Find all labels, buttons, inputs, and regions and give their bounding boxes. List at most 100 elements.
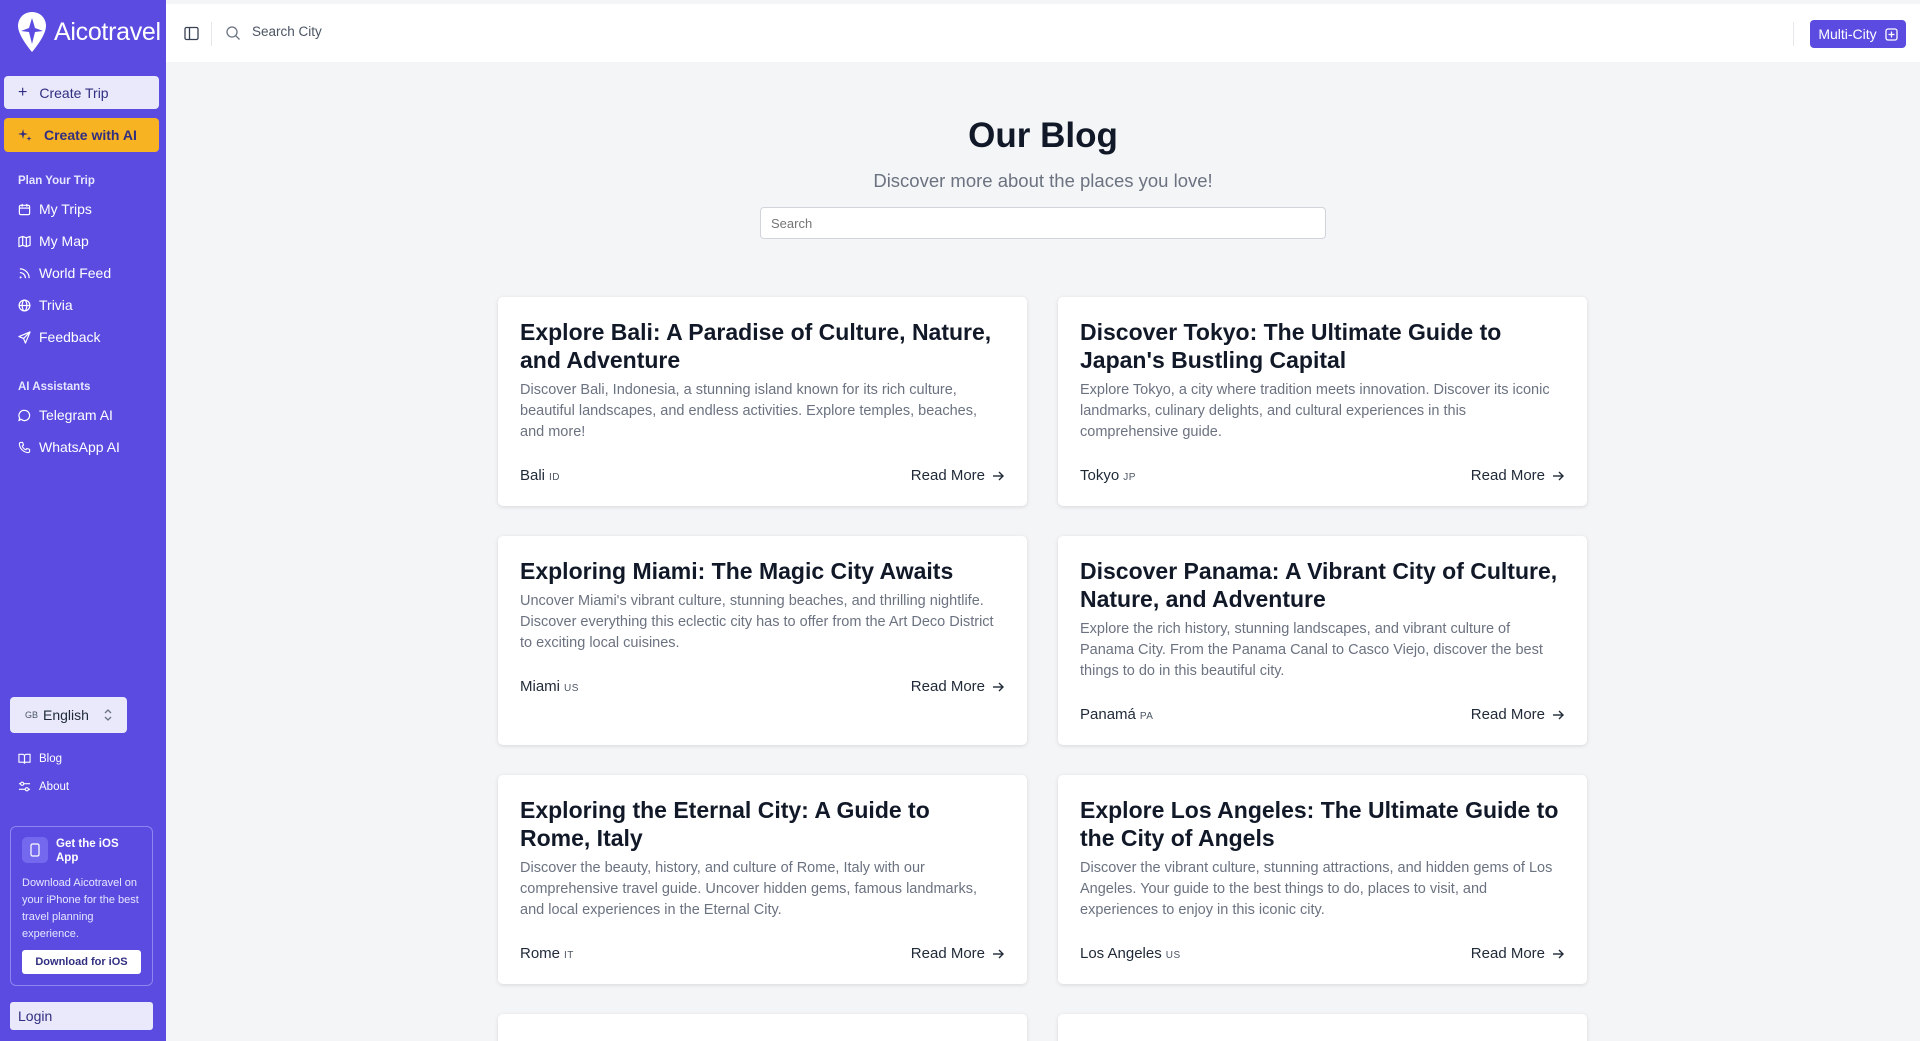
page-title: Our Blog (968, 116, 1118, 155)
sidebar-item-about[interactable]: About (18, 780, 69, 793)
read-more-label: Read More (1470, 467, 1545, 484)
blog-card[interactable]: Exploring Miami: The Magic City Awaits U… (498, 536, 1027, 745)
blog-card-title[interactable]: Explore Bali: A Paradise of Culture, Nat… (520, 318, 1005, 374)
sparkle-icon (18, 129, 32, 141)
blog-card-title[interactable]: Explore Los Angeles: The Ultimate Guide … (1080, 796, 1565, 852)
rss-icon (19, 267, 30, 278)
sidebar-item-label: WhatsApp AI (39, 439, 120, 455)
arrow-right-icon (1553, 471, 1564, 480)
city-name: Bali (520, 467, 546, 484)
arrow-right-icon (1553, 949, 1564, 958)
read-more-label: Read More (910, 945, 985, 962)
divider (1793, 22, 1794, 46)
blog-card[interactable]: Exploring the Eternal City: A Guide to R… (498, 775, 1027, 984)
read-more-link[interactable]: Read More (911, 467, 1005, 484)
blog-card[interactable]: Discover Panama: A Vibrant City of Cultu… (1058, 536, 1587, 745)
plus-square-icon (1885, 27, 1898, 41)
sidebar-item-feedback[interactable]: Feedback (18, 327, 100, 347)
blog-card[interactable]: Discover Tokyo: The Ultimate Guide to Ja… (1058, 297, 1587, 506)
blog-card[interactable] (1058, 1014, 1587, 1041)
create-trip-button[interactable]: + Create Trip (4, 76, 159, 109)
read-more-link[interactable]: Read More (911, 678, 1005, 695)
book-icon (18, 753, 31, 764)
sidebar-item-label: Blog (39, 752, 63, 765)
city-search-input[interactable]: Search City (252, 24, 322, 39)
sidebar-item-label: About (39, 780, 70, 793)
blog-card-city: Miami US (520, 678, 579, 695)
sidebar-item-my-trips[interactable]: My Trips (18, 199, 92, 219)
send-icon (18, 330, 31, 344)
globe-icon (18, 299, 31, 311)
sidebar: Aicotravel + Create Trip Create with AI … (0, 0, 166, 1041)
read-more-label: Read More (910, 467, 985, 484)
language-label: English (43, 707, 89, 723)
blog-card-description: Uncover Miami's vibrant culture, stunnin… (520, 593, 994, 651)
download-ios-button[interactable]: Download for iOS (22, 950, 141, 974)
blog-search-input[interactable] (760, 207, 1326, 239)
language-flag: GB (25, 710, 39, 720)
country-code: US (1165, 950, 1181, 961)
divider (211, 22, 212, 46)
sidebar-item-telegram-ai[interactable]: Telegram AI (18, 405, 113, 425)
blog-card-title[interactable]: Discover Panama: A Vibrant City of Cultu… (1080, 557, 1565, 613)
arrow-right-icon (1553, 710, 1564, 719)
smartphone-icon (22, 837, 48, 863)
sidebar-item-whatsapp-ai[interactable]: WhatsApp AI (18, 437, 120, 457)
logo-pin-icon (18, 12, 46, 52)
multi-city-button[interactable]: Multi-City (1810, 20, 1906, 48)
blog-card-description: Explore Tokyo, a city where tradition me… (1080, 382, 1550, 440)
app-logo[interactable]: Aicotravel (16, 10, 161, 54)
city-name: Los Angeles (1080, 945, 1162, 962)
calendar-icon (18, 203, 31, 215)
city-name: Rome (520, 945, 561, 962)
sidebar-item-my-map[interactable]: My Map (18, 231, 89, 251)
ios-app-card: Get the iOS App Download Aicotravel on y… (10, 826, 153, 986)
blog-card-description: Discover the beauty, history, and cultur… (520, 860, 977, 918)
language-select[interactable]: GB English (10, 697, 127, 733)
sidebar-item-trivia[interactable]: Trivia (18, 295, 73, 315)
blog-card[interactable]: Explore Los Angeles: The Ultimate Guide … (1058, 775, 1587, 984)
create-with-ai-label: Create with AI (44, 127, 137, 143)
blog-card-title[interactable]: Exploring the Eternal City: A Guide to R… (520, 796, 1005, 852)
sidebar-item-label: Telegram AI (39, 407, 113, 423)
login-button[interactable]: Login (10, 1002, 153, 1030)
blog-card-title[interactable]: Exploring Miami: The Magic City Awaits (520, 557, 1005, 585)
read-more-label: Read More (910, 678, 985, 695)
arrow-right-icon (993, 471, 1004, 480)
read-more-link[interactable]: Read More (1471, 467, 1565, 484)
blog-card[interactable] (498, 1014, 1027, 1041)
blog-card-city: Panamá PA (1080, 706, 1153, 723)
read-more-label: Read More (1470, 706, 1545, 723)
read-more-label: Read More (1470, 945, 1545, 962)
country-code: US (564, 683, 579, 694)
create-with-ai-button[interactable]: Create with AI (4, 118, 159, 152)
sidebar-item-label: Feedback (39, 329, 101, 345)
read-more-link[interactable]: Read More (911, 945, 1005, 962)
blog-card-city: Los Angeles US (1080, 945, 1181, 962)
map-icon (18, 235, 31, 247)
create-trip-label: Create Trip (39, 84, 109, 101)
chevron-updown-icon (104, 709, 112, 721)
arrow-right-icon (993, 949, 1004, 958)
sidebar-item-blog[interactable]: Blog (18, 752, 62, 765)
sidebar-item-world-feed[interactable]: World Feed (18, 263, 111, 283)
page-subtitle: Discover more about the places you love! (873, 170, 1213, 191)
country-code: ID (549, 472, 561, 483)
read-more-link[interactable]: Read More (1471, 706, 1565, 723)
topbar: Search City Multi-City (166, 4, 1920, 62)
country-code: IT (564, 950, 574, 961)
read-more-link[interactable]: Read More (1471, 945, 1565, 962)
sidebar-item-label: World Feed (39, 265, 112, 281)
plan-section-label: Plan Your Trip (18, 175, 95, 187)
sidebar-toggle-icon[interactable] (184, 26, 199, 41)
sliders-icon (18, 781, 31, 792)
blog-card[interactable]: Explore Bali: A Paradise of Culture, Nat… (498, 297, 1027, 506)
app-name: Aicotravel (54, 17, 161, 46)
blog-card-city: Rome IT (520, 945, 574, 962)
sidebar-item-label: Trivia (39, 297, 73, 313)
city-name: Panamá (1080, 706, 1136, 723)
search-icon (226, 26, 240, 40)
blog-card-title[interactable]: Discover Tokyo: The Ultimate Guide to Ja… (1080, 318, 1565, 374)
blog-card-description: Discover the vibrant culture, stunning a… (1080, 860, 1553, 918)
blog-card-description: Explore the rich history, stunning lands… (1080, 621, 1543, 679)
